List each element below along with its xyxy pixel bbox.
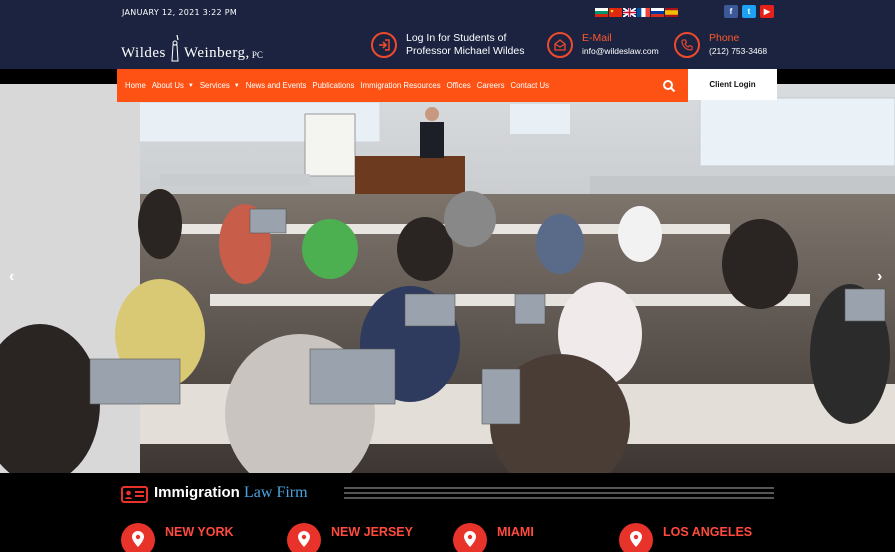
logo-suffix: PC [251, 50, 263, 60]
logo-text-right: Weinberg, [183, 45, 250, 61]
facebook-icon[interactable]: f [724, 5, 738, 18]
social-links: f t ▶ [724, 5, 774, 18]
nav-item-services[interactable]: Services ▼ [200, 81, 240, 90]
chinese-flag[interactable] [609, 8, 622, 17]
office-name: MIAMI [497, 525, 534, 539]
section-title-bold: Immigration [154, 484, 240, 501]
login-icon [371, 32, 397, 58]
youtube-icon[interactable]: ▶ [760, 5, 774, 18]
russian-flag[interactable] [651, 8, 664, 17]
office-name: NEW YORK [165, 525, 234, 539]
nav-item-immigration-resources[interactable]: Immigration Resources [360, 81, 440, 90]
office-new-jersey[interactable]: NEW JERSEY [287, 523, 413, 552]
logo-text-left: Wildes [121, 45, 166, 61]
location-pin-icon [121, 523, 155, 552]
bulgarian-flag[interactable] [595, 8, 608, 17]
french-flag[interactable] [637, 8, 650, 17]
student-login-link[interactable]: Log In for Students of Professor Michael… [371, 32, 524, 58]
statue-of-liberty-icon [171, 34, 179, 62]
nav-item-news-events[interactable]: News and Events [246, 81, 307, 90]
chevron-down-icon: ▼ [187, 82, 194, 89]
nav-item-publications[interactable]: Publications [312, 81, 354, 90]
office-new-york[interactable]: NEW YORK [121, 523, 234, 552]
spanish-flag[interactable] [665, 8, 678, 17]
site-header: Wildes Weinberg, PC Log In for Students … [0, 26, 895, 69]
email-address[interactable]: info@wildeslaw.com [582, 45, 659, 58]
location-pin-icon [619, 523, 653, 552]
section-divider [344, 487, 774, 499]
office-los-angeles[interactable]: LOS ANGELES [619, 523, 752, 552]
location-pin-icon [287, 523, 321, 552]
slider-next-arrow[interactable]: › [877, 269, 882, 285]
twitter-icon[interactable]: t [742, 5, 756, 18]
nav-item-about-us[interactable]: About Us ▼ [152, 81, 194, 90]
email-label: E-Mail [582, 32, 612, 44]
client-login-button[interactable]: Client Login [688, 69, 777, 100]
id-card-icon [121, 486, 148, 503]
email-contact[interactable]: E-Mail info@wildeslaw.com [547, 32, 659, 58]
slider-prev-arrow[interactable]: ‹ [9, 269, 14, 285]
office-name: LOS ANGELES [663, 525, 753, 539]
top-bar: JANUARY 12, 2021 3:22 PM f t ▶ [0, 0, 895, 26]
hero-slider: ‹ › [0, 84, 895, 473]
phone-label: Phone [709, 32, 740, 44]
login-line-2: Professor Michael Wildes [406, 45, 525, 57]
site-logo[interactable]: Wildes Weinberg, PC [121, 32, 263, 62]
login-line-1: Log In for Students of [406, 32, 507, 44]
office-name: NEW JERSEY [331, 525, 413, 539]
phone-number[interactable]: (212) 753-3468 [709, 45, 767, 58]
page: JANUARY 12, 2021 3:22 PM f t ▶ Wildes We… [0, 0, 895, 552]
nav-item-offices[interactable]: Offices [447, 81, 471, 90]
section-title-light: Law Firm [244, 484, 308, 501]
phone-icon [674, 32, 700, 58]
location-pin-icon [453, 523, 487, 552]
phone-contact[interactable]: Phone (212) 753-3468 [674, 32, 767, 58]
chevron-down-icon: ▼ [233, 82, 240, 89]
search-icon[interactable] [662, 79, 676, 93]
nav-item-contact-us[interactable]: Contact Us [510, 81, 549, 90]
classroom-photo [0, 84, 895, 473]
uk-flag[interactable] [623, 8, 636, 17]
section-title: Immigration Law Firm [154, 484, 308, 502]
nav-item-home[interactable]: Home [125, 81, 146, 90]
envelope-icon [547, 32, 573, 58]
office-miami[interactable]: MIAMI [453, 523, 534, 552]
nav-item-careers[interactable]: Careers [477, 81, 505, 90]
main-navigation: Home About Us ▼ Services ▼ News and Events… [117, 69, 688, 102]
language-flags [595, 8, 678, 17]
current-date: JANUARY 12, 2021 3:22 PM [122, 8, 238, 17]
